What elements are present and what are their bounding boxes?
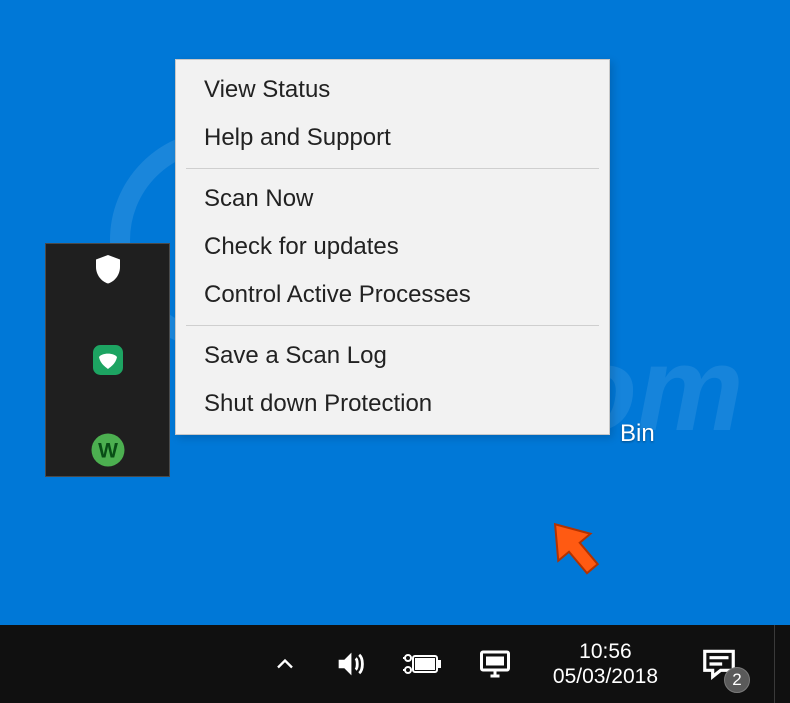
desktop-background: PC risk.com W Bin View Status Help and S…: [0, 0, 790, 703]
tray-overflow-flyout[interactable]: W: [45, 243, 170, 477]
notification-badge: 2: [724, 667, 750, 693]
menu-item-label: Scan Now: [204, 185, 313, 212]
clock-time: 10:56: [553, 639, 658, 664]
tray-overflow-chevron-icon[interactable]: [265, 650, 305, 678]
webroot-icon[interactable]: W: [88, 430, 128, 470]
clock-date: 05/03/2018: [553, 664, 658, 689]
power-battery-icon[interactable]: [395, 649, 449, 679]
volume-icon[interactable]: [327, 647, 373, 681]
tray-context-menu: View Status Help and Support Scan Now Ch…: [175, 59, 610, 435]
svg-text:W: W: [98, 440, 118, 463]
menu-item-label: View Status: [204, 76, 330, 103]
menu-item-label: Check for updates: [204, 233, 399, 260]
menu-item-save-scan-log[interactable]: Save a Scan Log: [176, 332, 609, 380]
recycle-bin-label: Bin: [620, 420, 655, 448]
menu-item-help-support[interactable]: Help and Support: [176, 114, 609, 162]
action-center-icon[interactable]: 2: [692, 637, 746, 691]
menu-item-label: Save a Scan Log: [204, 342, 387, 369]
network-icon[interactable]: [471, 646, 519, 682]
show-desktop-button[interactable]: [774, 625, 784, 703]
menu-item-check-updates[interactable]: Check for updates: [176, 223, 609, 271]
menu-item-view-status[interactable]: View Status: [176, 66, 609, 114]
shield-icon[interactable]: [88, 250, 128, 290]
menu-item-label: Shut down Protection: [204, 390, 432, 417]
antivirus-green-icon[interactable]: [88, 340, 128, 380]
menu-item-scan-now[interactable]: Scan Now: [176, 175, 609, 223]
notification-count: 2: [732, 670, 741, 690]
taskbar-clock[interactable]: 10:56 05/03/2018: [541, 639, 670, 689]
taskbar: 10:56 05/03/2018 2: [0, 625, 790, 703]
menu-item-control-processes[interactable]: Control Active Processes: [176, 271, 609, 319]
menu-item-shutdown-protection[interactable]: Shut down Protection: [176, 380, 609, 428]
menu-separator: [186, 325, 599, 326]
annotation-arrow-icon: [540, 513, 610, 583]
system-tray: 10:56 05/03/2018 2: [265, 625, 790, 703]
menu-item-label: Control Active Processes: [204, 281, 471, 308]
menu-separator: [186, 168, 599, 169]
menu-item-label: Help and Support: [204, 124, 391, 151]
